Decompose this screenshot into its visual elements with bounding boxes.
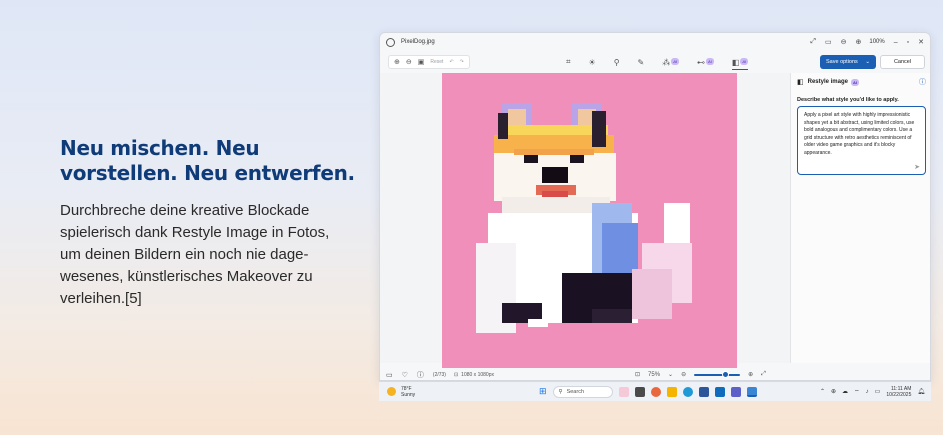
ai-badge: AI	[706, 57, 714, 65]
view-tools: ⊕ ⊖ ▣ Reset ↶ ↷	[388, 55, 470, 69]
chevron-down-icon: ⌄	[865, 59, 870, 65]
save-options-button[interactable]: Save options ⌄	[820, 55, 876, 69]
minimize-icon[interactable]: –	[894, 39, 898, 46]
chevron-down-icon[interactable]: ⌄	[668, 371, 673, 378]
crop-icon[interactable]: ⌗	[566, 57, 571, 67]
taskbar-search[interactable]: ⚲ Search	[552, 385, 613, 398]
image-dimensions: 1080 x 1080px	[461, 371, 494, 378]
maximize-icon[interactable]: ▫	[907, 39, 909, 46]
zoom-slider[interactable]	[694, 371, 741, 378]
weather-widget[interactable]: 78°F Sunny	[379, 386, 519, 398]
photos-taskbar-icon[interactable]	[650, 386, 661, 397]
info-icon[interactable]: ⓘ	[919, 77, 926, 87]
window-filename: PixelDog.jpg	[401, 39, 435, 45]
restyle-panel-icon: ◧	[797, 79, 804, 86]
taskbar: 78°F Sunny ⊞ ⚲ Search ⌃ ⊕ ☁ ⌔ ♪ ▭ 11:11 …	[379, 381, 931, 401]
title-bar: PixelDog.jpg ⤢ ▭ ⊖ ⊕ 100% – ▫ ✕	[380, 33, 930, 51]
wifi-icon[interactable]: ⌔	[854, 388, 860, 396]
promo-heading: Neu mischen. Neu vorstellen. Neu entwerf…	[60, 136, 355, 185]
sun-icon	[387, 387, 396, 396]
network-icon[interactable]: ⊕	[831, 388, 836, 395]
copilot-icon[interactable]	[618, 386, 629, 397]
zoom-out-icon[interactable]: ⊖	[681, 371, 686, 378]
photos-window: PixelDog.jpg ⤢ ▭ ⊖ ⊕ 100% – ▫ ✕ ⊕ ⊖ ▣ Re…	[379, 32, 931, 381]
style-prompt-input[interactable]: Apply a pixel art style with highly impr…	[797, 106, 926, 175]
mail-icon[interactable]	[714, 386, 725, 397]
promo-section: Neu mischen. Neu vorstellen. Neu entwerf…	[60, 136, 360, 310]
panel-header: ◧ Restyle image AI ⓘ	[791, 73, 930, 91]
prompt-label: Describe what style you'd like to apply.	[797, 97, 899, 103]
chevron-up-icon[interactable]: ⌃	[820, 388, 825, 395]
zoom-slider-thumb[interactable]	[722, 371, 730, 378]
zoom-in-icon[interactable]: ⊕	[748, 371, 753, 378]
save-options-label: Save options	[826, 59, 858, 65]
reset-button[interactable]: Reset	[430, 59, 443, 65]
adjust-icon[interactable]: ☀	[589, 58, 596, 67]
photos-app-icon	[386, 37, 395, 47]
zoom-percent-select[interactable]: 75%	[648, 372, 660, 378]
image-counter: (2/73)	[432, 371, 446, 378]
filmstrip-icon[interactable]: ▭	[386, 371, 393, 379]
restyle-icon[interactable]: ◧ AI	[731, 57, 749, 70]
search-icon: ⚲	[558, 388, 563, 395]
zoom-in-icon[interactable]: ⊕	[856, 38, 862, 46]
file-explorer-icon[interactable]	[666, 386, 677, 397]
windows-start-icon[interactable]: ⊞	[539, 386, 547, 397]
cancel-button[interactable]: Cancel	[880, 55, 925, 69]
zoom-out-tool-icon[interactable]: ⊖	[406, 58, 412, 66]
status-bar: ▭ ♡ ⓘ (2/73) ⊡ 1080 x 1080px ⊡ 75% ⌄ ⊖ ⊕…	[380, 367, 930, 380]
ai-badge: AI	[671, 57, 680, 65]
fullscreen-icon[interactable]: ⤢	[761, 371, 766, 378]
cloud-icon[interactable]: ☁	[842, 388, 848, 395]
expand-icon[interactable]: ⤢	[810, 38, 816, 46]
edit-mode-tools: ⌗ ☀ ⚲ ✎ ⁂ AI ⊷ AI ◧ AI	[566, 57, 749, 70]
send-icon[interactable]: ➤	[914, 164, 920, 172]
image-size-icon: ⊡	[453, 371, 459, 378]
panel-ai-badge: AI	[850, 78, 859, 86]
notification-icon[interactable]: 🔔︎	[917, 388, 925, 395]
slideshow-icon[interactable]: ▭	[825, 38, 832, 46]
task-view-icon[interactable]	[634, 386, 645, 397]
taskbar-apps: ⊞ ⚲ Search	[539, 385, 757, 398]
favorite-icon[interactable]: ♡	[402, 371, 408, 379]
close-icon[interactable]: ✕	[918, 38, 924, 46]
edge-icon[interactable]	[682, 386, 693, 397]
ai-badge: AI	[740, 57, 749, 65]
clock[interactable]: 11:11 AM 10/22/2025	[886, 386, 911, 398]
pixel-dog-illustration	[442, 73, 737, 368]
battery-icon[interactable]: ▭	[875, 388, 881, 395]
fit-window-icon[interactable]: ⊡	[635, 371, 640, 378]
redo-icon[interactable]: ↷	[460, 59, 464, 65]
generative-erase-icon[interactable]: ⁂ AI	[662, 57, 680, 67]
photos-active-icon[interactable]	[746, 386, 757, 397]
system-tray: ⌃ ⊕ ☁ ⌔ ♪ ▭ 11:11 AM 10/22/2025 🔔︎	[820, 386, 925, 398]
clock-time: 11:11 AM	[890, 385, 912, 392]
info-icon[interactable]: ⓘ	[417, 370, 424, 380]
clock-date: 10/22/2025	[886, 391, 912, 398]
promo-body: Durchbreche deine kreative Blockade spie…	[60, 202, 330, 307]
store-icon[interactable]	[698, 386, 709, 397]
teams-icon[interactable]	[730, 386, 741, 397]
undo-icon[interactable]: ↶	[449, 59, 453, 65]
filter-icon[interactable]: ⚲	[614, 58, 620, 67]
volume-icon[interactable]: ♪	[866, 389, 869, 395]
fit-icon[interactable]: ▣	[418, 58, 425, 66]
background-icon[interactable]: ⊷ AI	[697, 57, 714, 67]
search-placeholder: Search	[566, 388, 585, 395]
canvas-area	[380, 73, 790, 368]
markup-icon[interactable]: ✎	[638, 58, 645, 67]
zoom-level: 100%	[869, 39, 885, 45]
zoom-controls: ⊡ 75% ⌄ ⊖ ⊕ ⤢	[635, 371, 766, 378]
pixel-dog-image	[442, 73, 737, 368]
prompt-text: Apply a pixel art style with highly impr…	[804, 112, 915, 156]
restyle-panel: ◧ Restyle image AI ⓘ Describe what style…	[790, 73, 930, 363]
panel-title: Restyle image	[807, 79, 848, 85]
zoom-out-icon[interactable]: ⊖	[841, 38, 847, 46]
weather-condition: Sunny	[401, 391, 416, 398]
zoom-in-tool-icon[interactable]: ⊕	[394, 58, 400, 66]
